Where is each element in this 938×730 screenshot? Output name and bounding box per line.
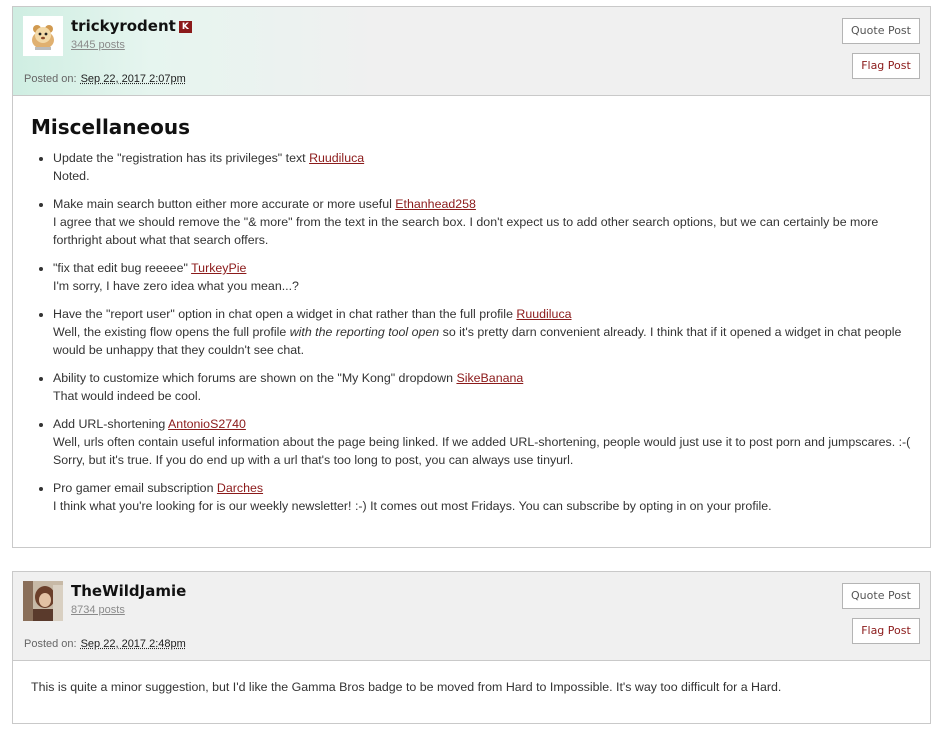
user-link[interactable]: TurkeyPie [191, 261, 246, 275]
user-link[interactable]: SikeBanana [456, 371, 523, 385]
forum-post: trickyrodent K 3445 posts Posted on: Sep 2… [12, 6, 931, 548]
user-link[interactable]: Darches [217, 481, 263, 495]
post-count[interactable]: 8734 posts [71, 604, 125, 616]
flag-post-button[interactable]: Flag Post [852, 53, 920, 79]
list-item: "fix that edit bug reeeee" TurkeyPie I'm… [53, 259, 912, 295]
post-header: trickyrodent K 3445 posts Posted on: Sep 2… [13, 7, 930, 96]
reply-text: That would indeed be cool. [53, 389, 202, 403]
suggestion-text: Make main search button either more accu… [53, 197, 392, 211]
avatar[interactable] [23, 16, 63, 56]
reply-text: Well, urls often contain useful informat… [53, 435, 911, 467]
reply-text: I agree that we should remove the "& mor… [53, 215, 879, 247]
post-body: This is quite a minor suggestion, but I'… [13, 661, 930, 696]
post-header: TheWildJamie 8734 posts Posted on: Sep 22… [13, 572, 930, 661]
list-item: Update the "registration has its privile… [53, 149, 912, 185]
flag-post-button[interactable]: Flag Post [852, 618, 920, 644]
moderator-badge-icon: K [178, 21, 192, 33]
suggestion-text: Add URL-shortening [53, 417, 166, 431]
quote-post-button[interactable]: Quote Post [842, 18, 920, 44]
suggestion-text: Have the "report user" option in chat op… [53, 307, 513, 321]
reply-text: Noted. [53, 169, 90, 183]
list-item: Add URL-shortening AntonioS2740 Well, ur… [53, 415, 912, 469]
username-text[interactable]: trickyrodent [71, 17, 176, 35]
user-link[interactable]: Ruudiluca [309, 151, 364, 165]
user-link[interactable]: Ethanhead258 [395, 197, 476, 211]
suggestion-list: Update the "registration has its privile… [31, 149, 912, 515]
reply-text: I think what you're looking for is our w… [53, 499, 772, 513]
reply-text: Well, the existing flow opens the full p… [53, 323, 912, 359]
username[interactable]: TheWildJamie [71, 582, 186, 600]
suggestion-text: "fix that edit bug reeeee" [53, 261, 188, 275]
suggestion-text: Ability to customize which forums are sh… [53, 371, 453, 385]
rodent-avatar-icon [23, 16, 63, 56]
forum-post: TheWildJamie 8734 posts Posted on: Sep 22… [12, 571, 931, 724]
user-link[interactable]: AntonioS2740 [168, 417, 246, 431]
reply-emphasis: with the reporting tool open [289, 325, 440, 339]
post-body: Miscellaneous Update the "registration h… [13, 96, 930, 515]
quote-post-button[interactable]: Quote Post [842, 583, 920, 609]
user-link[interactable]: Ruudiluca [516, 307, 571, 321]
list-item: Pro gamer email subscription Darches I t… [53, 479, 912, 515]
post-count[interactable]: 3445 posts [71, 39, 125, 51]
posted-on-label: Posted on: [24, 73, 77, 85]
list-item: Ability to customize which forums are sh… [53, 369, 912, 405]
suggestion-text: Pro gamer email subscription [53, 481, 214, 495]
avatar[interactable] [23, 581, 63, 621]
reply-text: I'm sorry, I have zero idea what you mea… [53, 279, 299, 293]
post-timestamp[interactable]: Sep 22, 2017 2:07pm [81, 73, 186, 85]
post-timestamp[interactable]: Sep 22, 2017 2:48pm [81, 638, 186, 650]
posted-on: Posted on: Sep 22, 2017 2:07pm [24, 73, 186, 85]
suggestion-text: Update the "registration has its privile… [53, 151, 306, 165]
user-photo-avatar-icon [23, 581, 63, 621]
section-title: Miscellaneous [31, 115, 190, 139]
list-item: Have the "report user" option in chat op… [53, 305, 912, 359]
list-item: Make main search button either more accu… [53, 195, 912, 249]
posted-on-label: Posted on: [24, 638, 77, 650]
posted-on: Posted on: Sep 22, 2017 2:48pm [24, 638, 186, 650]
username[interactable]: trickyrodent K [71, 17, 192, 35]
reply-text-start: Well, the existing flow opens the full p… [53, 325, 290, 339]
post-text: This is quite a minor suggestion, but I'… [31, 680, 782, 694]
